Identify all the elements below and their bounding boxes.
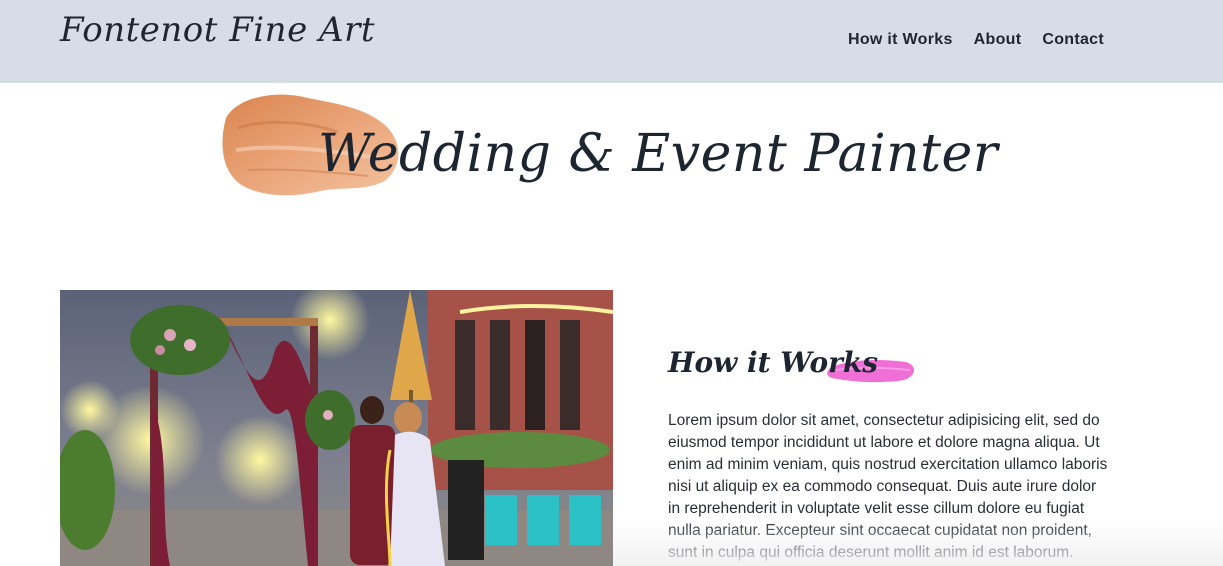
wedding-painting-image	[60, 290, 613, 566]
nav-link-about[interactable]: About	[974, 31, 1022, 49]
main-nav: How it Works About Contact	[848, 31, 1104, 49]
site-logo[interactable]: Fontenot Fine Art	[60, 10, 375, 50]
hero-title: Wedding & Event Painter	[318, 124, 999, 184]
section-body-text: Lorem ipsum dolor sit amet, consectetur …	[668, 412, 1108, 561]
nav-link-contact[interactable]: Contact	[1042, 31, 1104, 49]
nav-link-how-it-works[interactable]: How it Works	[848, 31, 953, 49]
section-title: How it Works	[668, 346, 879, 379]
site-header: Fontenot Fine Art How it Works About Con…	[0, 0, 1223, 83]
